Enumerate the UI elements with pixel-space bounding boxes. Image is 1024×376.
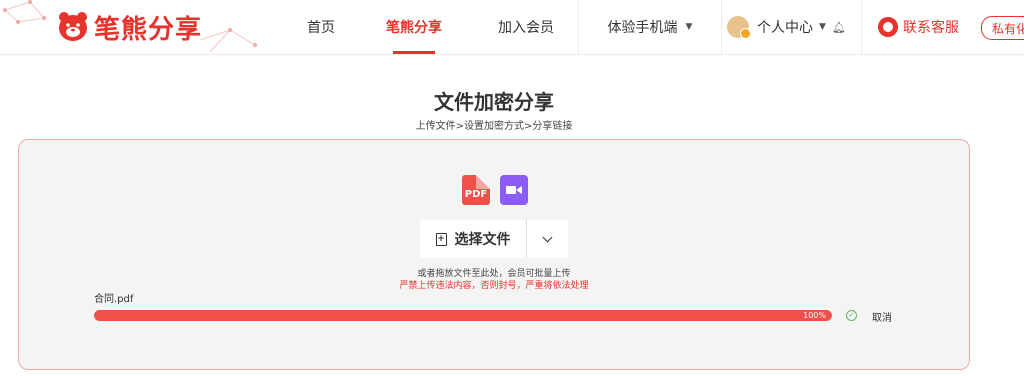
nav-divider: [721, 0, 722, 54]
support-label: 联系客服: [903, 20, 959, 36]
private-deploy-tag[interactable]: 私有化: [981, 16, 1024, 40]
progress-fill: [94, 310, 832, 321]
avatar: [727, 16, 751, 39]
nav-home-label: 首页: [307, 20, 335, 36]
nav-bixiong-share[interactable]: 笔熊分享: [360, 0, 468, 54]
progress-text: 100%: [803, 311, 826, 320]
top-header: 笔熊分享 首页 笔熊分享 加入会员 体验手机端 ▼ 个人中心 ▼ 🔔︎ 联系客服…: [0, 0, 1024, 55]
logo[interactable]: 笔熊分享: [56, 10, 203, 45]
content-warning: 严禁上传违法内容，否则封号，严重将依法处理: [399, 281, 589, 291]
pdf-icon: PDF: [462, 175, 490, 205]
video-icon: [500, 175, 528, 205]
logo-text: 笔熊分享: [94, 14, 203, 45]
file-upload-icon: +: [435, 232, 447, 246]
select-file-dropdown[interactable]: [527, 220, 568, 258]
upload-panel[interactable]: PDF + 选择文件 或者拖放文件至此处，会员可批量上传 严禁上传违法内容，否则…: [18, 139, 970, 370]
chevron-down-icon: [542, 232, 553, 242]
page-title: 文件加密分享: [434, 90, 554, 114]
pdf-icon-text: PDF: [464, 188, 488, 200]
caret-down-icon: ▼: [685, 22, 693, 32]
support-agent-icon: [878, 17, 898, 37]
nav-join-member-label: 加入会员: [498, 20, 554, 36]
uploaded-file-name: 合同.pdf: [94, 294, 134, 305]
nav-mobile-experience-label: 体验手机端: [607, 20, 678, 36]
select-file-button[interactable]: + 选择文件: [420, 220, 527, 258]
user-center-label: 个人中心: [757, 20, 813, 36]
caret-down-icon: ▼: [819, 22, 826, 32]
nav-divider: [861, 0, 862, 54]
private-deploy-label: 私有化: [992, 21, 1024, 36]
breadcrumb: 上传文件>设置加密方式>分享链接: [415, 121, 573, 132]
contact-support[interactable]: 联系客服: [878, 14, 959, 40]
nav-home[interactable]: 首页: [292, 0, 350, 54]
file-type-icons: PDF: [462, 175, 528, 205]
select-file-label: 选择文件: [454, 232, 511, 248]
nav-join-member[interactable]: 加入会员: [474, 0, 578, 54]
bell-icon[interactable]: 🔔︎: [832, 21, 846, 34]
upload-progress-bar: 100%: [94, 310, 832, 321]
nav-mobile-experience[interactable]: 体验手机端 ▼: [579, 0, 721, 54]
main-nav: 首页 笔熊分享 加入会员 体验手机端 ▼: [292, 0, 722, 54]
bear-logo-icon: [59, 12, 87, 41]
nav-bixiong-share-label: 笔熊分享: [386, 20, 442, 36]
cancel-upload-button[interactable]: 取消: [872, 309, 892, 324]
check-circle-icon: ✓: [846, 310, 857, 321]
user-center[interactable]: 个人中心 ▼ 🔔︎: [727, 14, 846, 40]
